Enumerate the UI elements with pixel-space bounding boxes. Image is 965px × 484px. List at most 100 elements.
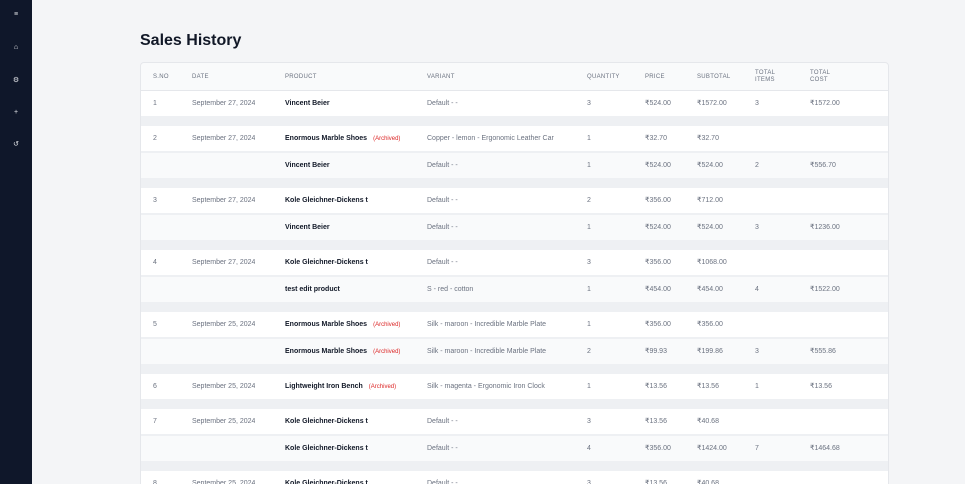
price: ₹32.70 [645,135,667,142]
order-date: September 25, 2024 [192,321,256,328]
order-date: September 25, 2024 [192,418,256,425]
variant: Default - - [427,224,458,231]
order-date: September 25, 2024 [192,480,256,484]
subtotal: ₹1572.00 [697,100,727,107]
order-date: September 25, 2024 [192,383,256,390]
home-icon[interactable]: ⌂ [0,44,32,52]
menu-icon[interactable]: ≡ [0,11,32,19]
product-name-text: Enormous Marble Shoes [285,135,368,142]
order-number: 4 [153,259,157,266]
table-row: 2 September 27, 2024 Enormous Marble Shoes… [141,126,888,152]
header-sno: S.NO [153,73,169,80]
price: ₹356.00 [645,321,671,328]
variant: Default - - [427,418,458,425]
table-row: Vincent Beier Default - - 1 ₹524.00 ₹524.00 3… [141,215,888,241]
order-number: 6 [153,383,157,390]
subtotal: ₹712.00 [697,197,723,204]
subtotal: ₹356.00 [697,321,723,328]
product-name: Vincent Beier [285,215,330,241]
archived-badge: (Archived) [373,322,401,328]
subtotal: ₹524.00 [697,162,723,169]
total-items: 7 [755,445,759,452]
product-name: Kole Gleichner-Dickens t [285,436,368,462]
price: ₹356.00 [645,445,671,452]
header-subtotal: SUBTOTAL [697,73,731,80]
table-row: test edit product S - red - cotton 1 ₹454.0… [141,277,888,303]
subtotal: ₹454.00 [697,286,723,293]
total-items: 3 [755,100,759,107]
product-name: Kole Gleichner-Dickens t [285,250,368,276]
order-number: 7 [153,418,157,425]
variant: Default - - [427,162,458,169]
order-date: September 27, 2024 [192,135,256,142]
plus-icon[interactable]: + [0,109,32,117]
product-name: Vincent Beier [285,91,330,117]
header-price: PRICE [645,73,665,80]
history-icon[interactable]: ↺ [0,141,32,149]
subtotal: ₹32.70 [697,135,719,142]
quantity: 1 [587,321,591,328]
product-name: Kole Gleichner-Dickens t [285,188,368,214]
variant: Default - - [427,445,458,452]
order-number: 1 [153,100,157,107]
archived-badge: (Archived) [373,349,401,355]
price: ₹524.00 [645,100,671,107]
order-date: September 27, 2024 [192,197,256,204]
price: ₹13.56 [645,418,667,425]
sidebar: ≡ ⌂ ⚙ + ↺ [0,0,32,484]
main-content: Sales History S.NO DATE PRODUCT VARIANT … [32,0,965,484]
total-cost: ₹1572.00 [810,100,840,107]
quantity: 1 [587,383,591,390]
total-items: 3 [755,348,759,355]
quantity: 1 [587,135,591,142]
quantity: 2 [587,348,591,355]
quantity: 1 [587,286,591,293]
total-cost: ₹555.86 [810,348,836,355]
quantity: 3 [587,480,591,484]
quantity: 3 [587,418,591,425]
product-name-text: Kole Gleichner-Dickens t [285,197,368,204]
variant: Default - - [427,259,458,266]
total-cost: ₹1522.00 [810,286,840,293]
table-row: 5 September 25, 2024 Enormous Marble Shoes… [141,312,888,338]
product-name: test edit product [285,277,340,303]
table-header: S.NO DATE PRODUCT VARIANT QUANTITY PRICE… [141,63,888,91]
variant: Silk - magenta - Ergonomic Iron Clock [427,383,545,390]
table-row: 6 September 25, 2024 Lightweight Iron Benc… [141,374,888,400]
quantity: 4 [587,445,591,452]
header-product: PRODUCT [285,73,317,80]
product-name-text: Vincent Beier [285,224,330,231]
variant: Default - - [427,480,458,484]
header-variant: VARIANT [427,73,455,80]
price: ₹13.56 [645,480,667,484]
product-name-text: Enormous Marble Shoes [285,321,368,328]
settings-icon[interactable]: ⚙ [0,77,32,85]
variant: Copper - lemon - Ergonomic Leather Car [427,135,554,142]
quantity: 3 [587,100,591,107]
product-name-text: Kole Gleichner-Dickens t [285,480,368,484]
product-name: Lightweight Iron Bench (Archived) [285,374,396,400]
sales-history-table: S.NO DATE PRODUCT VARIANT QUANTITY PRICE… [140,62,889,484]
total-items: 2 [755,162,759,169]
price: ₹454.00 [645,286,671,293]
order-number: 2 [153,135,157,142]
variant: Default - - [427,100,458,107]
archived-badge: (Archived) [368,384,397,390]
product-name-text: Vincent Beier [285,100,330,107]
product-name-text: test edit product [285,286,340,293]
variant: Default - - [427,197,458,204]
archived-badge: (Archived) [373,136,401,142]
table-row: 4 September 27, 2024 Kole Gleichner-Dicken… [141,250,888,276]
price: ₹13.56 [645,383,667,390]
table-row: Kole Gleichner-Dickens t Default - - 4 ₹356… [141,436,888,462]
product-name-text: Lightweight Iron Bench [285,383,363,390]
product-name: Enormous Marble Shoes (Archived) [285,126,400,152]
order-number: 5 [153,321,157,328]
product-name-text: Kole Gleichner-Dickens t [285,445,368,452]
total-cost: ₹13.56 [810,383,832,390]
price: ₹99.93 [645,348,667,355]
header-total-items: TOTAL ITEMS [755,70,776,83]
product-name-text: Kole Gleichner-Dickens t [285,418,368,425]
price: ₹524.00 [645,224,671,231]
subtotal: ₹40.68 [697,480,719,484]
